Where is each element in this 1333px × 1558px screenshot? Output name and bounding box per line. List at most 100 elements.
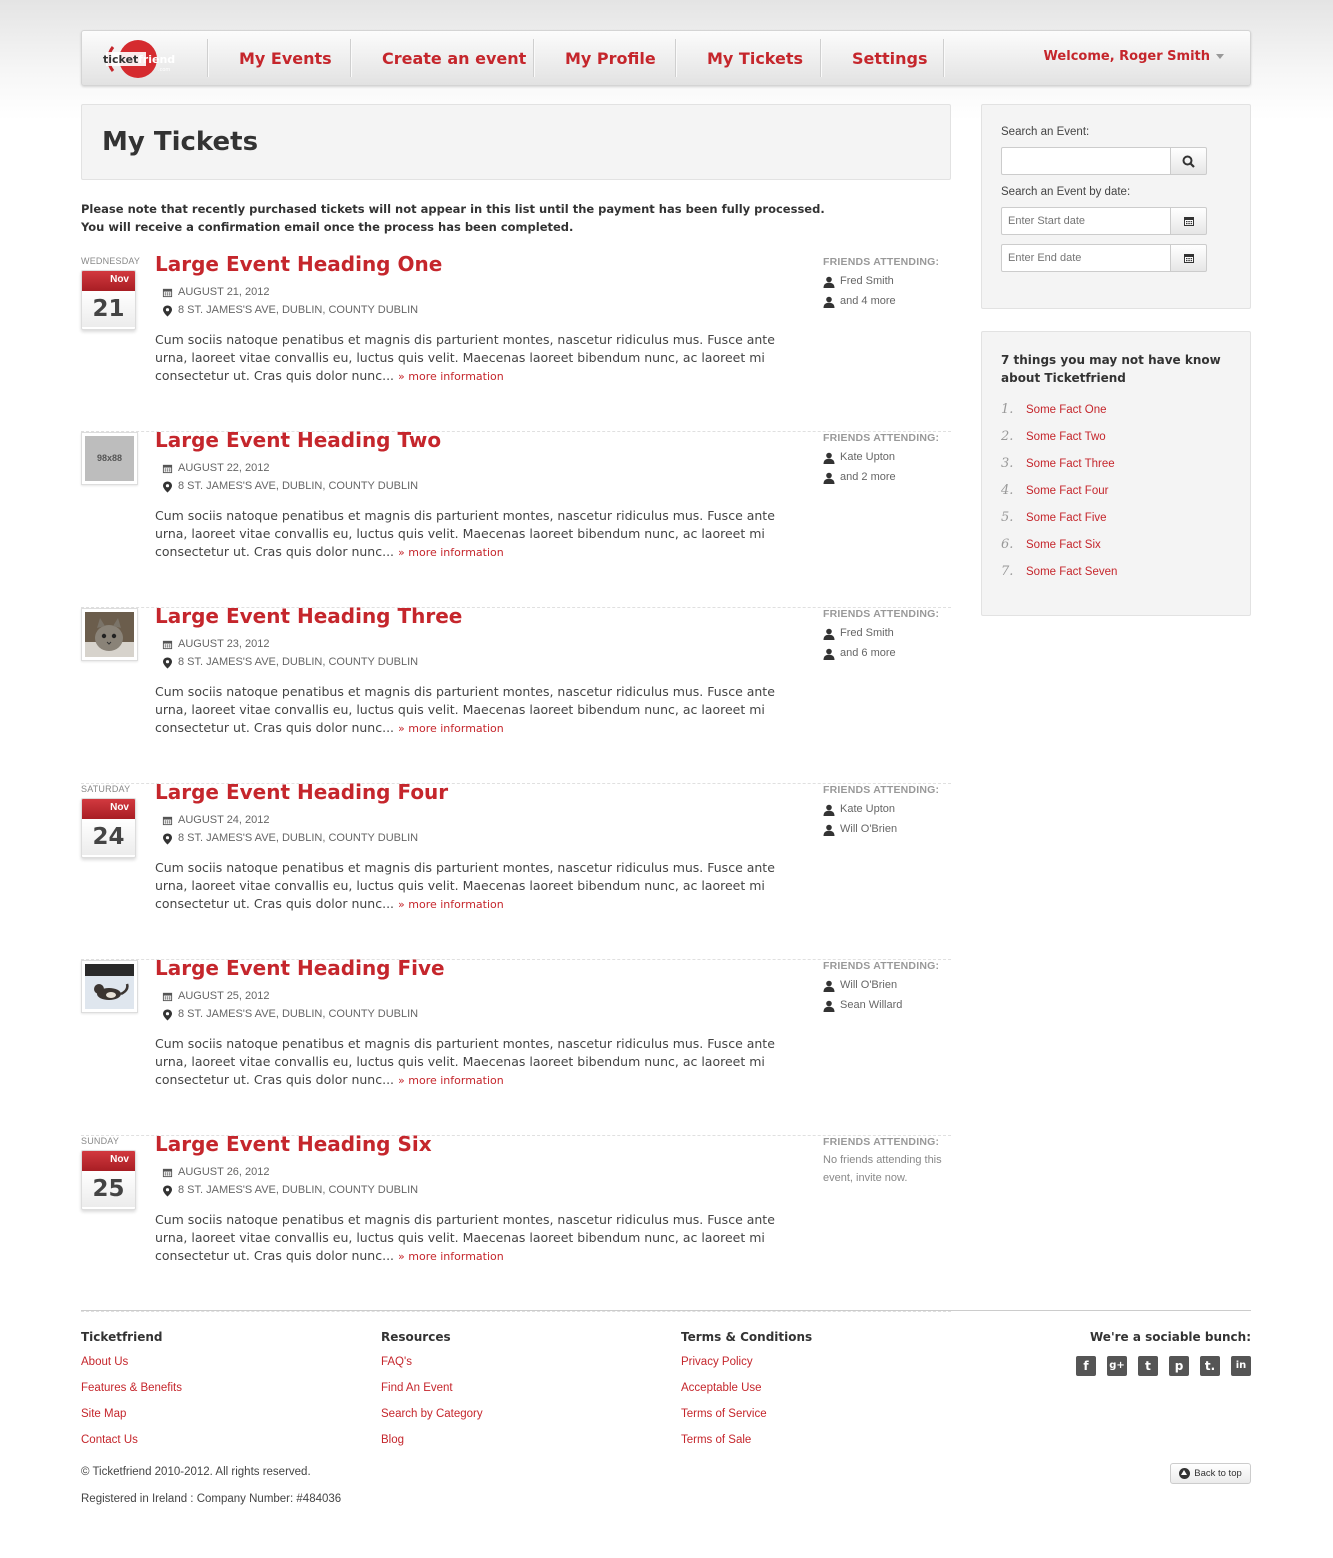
date-badge: Nov 21	[81, 270, 136, 330]
event-date: AUGUST 21, 2012	[162, 286, 270, 298]
more-information-link[interactable]: » more information	[398, 370, 504, 383]
back-to-top-button[interactable]: Back to top	[1170, 1463, 1251, 1484]
user-icon	[823, 804, 835, 816]
fact-link[interactable]: Some Fact One	[1026, 404, 1107, 416]
ticketfriend-logo[interactable]: ticket friend .com	[101, 39, 179, 79]
event-item: Large Event Heading Five AUGUST 25, 2012…	[81, 956, 951, 1136]
event-heading[interactable]: Large Event Heading One	[155, 252, 442, 276]
kitten-photo	[85, 612, 134, 662]
no-friends-text: No friends attending this event, invite …	[823, 1154, 942, 1184]
event-description: Cum sociis natoque penatibus et magnis d…	[155, 859, 805, 914]
more-information-link[interactable]: » more information	[398, 722, 504, 735]
fact-number: 4.	[1001, 483, 1014, 498]
footer-link[interactable]: FAQ's	[381, 1354, 483, 1380]
footer-link[interactable]: Privacy Policy	[681, 1354, 812, 1380]
footer-link[interactable]: Acceptable Use	[681, 1380, 812, 1406]
event-date-text: AUGUST 22, 2012	[178, 462, 270, 474]
footer-link[interactable]: Search by Category	[381, 1406, 483, 1432]
more-information-link[interactable]: » more information	[398, 1250, 504, 1263]
event-address: 8 ST. JAMES'S AVE, DUBLIN, COUNTY DUBLIN	[162, 656, 418, 669]
footer-link[interactable]: Blog	[381, 1432, 483, 1458]
google-plus-icon[interactable]: g+	[1107, 1356, 1127, 1376]
search-button[interactable]	[1170, 147, 1207, 175]
linkedin-icon[interactable]: in	[1231, 1356, 1251, 1376]
footer-link[interactable]: Find An Event	[381, 1380, 483, 1406]
event-description: Cum sociis natoque penatibus et magnis d…	[155, 1211, 805, 1266]
end-date-input[interactable]	[1001, 244, 1171, 272]
event-thumbnail[interactable]	[81, 960, 138, 1013]
footer-link[interactable]: Contact Us	[81, 1432, 182, 1458]
start-date-input[interactable]	[1001, 207, 1171, 235]
event-heading[interactable]: Large Event Heading Five	[155, 956, 445, 980]
fact-link[interactable]: Some Fact Six	[1026, 539, 1101, 551]
page-title: My Tickets	[102, 127, 259, 157]
event-heading[interactable]: Large Event Heading Two	[155, 428, 441, 452]
more-information-link[interactable]: » more information	[398, 1074, 504, 1087]
friend-row: and 2 more	[823, 471, 948, 484]
event-heading[interactable]: Large Event Heading Three	[155, 604, 462, 628]
fact-item[interactable]: 1. Some Fact One	[1001, 400, 1107, 420]
fact-link[interactable]: Some Fact Seven	[1026, 566, 1117, 578]
end-date-picker-button[interactable]	[1170, 244, 1207, 272]
nav-divider	[350, 39, 352, 77]
nav-my-tickets[interactable]: My Tickets	[707, 49, 803, 68]
svg-text:.com: .com	[158, 67, 170, 73]
welcome-text: Welcome, Roger Smith	[1043, 49, 1210, 64]
footer-link[interactable]: Terms of Sale	[681, 1432, 812, 1458]
fact-item[interactable]: 5. Some Fact Five	[1001, 508, 1107, 528]
footer-link[interactable]: Features & Benefits	[81, 1380, 182, 1406]
friends-attending-label: FRIENDS ATTENDING:	[823, 1136, 940, 1148]
footer-divider	[81, 1310, 1251, 1311]
fact-link[interactable]: Some Fact Three	[1026, 458, 1115, 470]
nav-my-events[interactable]: My Events	[239, 49, 332, 68]
nav-settings[interactable]: Settings	[852, 49, 928, 68]
facebook-icon[interactable]: f	[1076, 1356, 1096, 1376]
date-badge-month: Nov	[82, 1151, 135, 1171]
twitter-icon[interactable]: t	[1138, 1356, 1158, 1376]
fact-link[interactable]: Some Fact Four	[1026, 485, 1108, 497]
company-registration: Registered in Ireland : Company Number: …	[81, 1493, 342, 1505]
event-heading[interactable]: Large Event Heading Six	[155, 1132, 432, 1156]
user-menu[interactable]: Welcome, Roger Smith	[1044, 49, 1224, 64]
nav-my-profile[interactable]: My Profile	[565, 49, 656, 68]
user-icon	[823, 296, 835, 308]
page-title-box: My Tickets	[81, 104, 951, 180]
event-date: AUGUST 22, 2012	[162, 462, 270, 474]
pinterest-icon[interactable]: p	[1169, 1356, 1189, 1376]
payment-notice: Please note that recently purchased tick…	[81, 200, 951, 236]
tumblr-icon[interactable]: t.	[1200, 1356, 1220, 1376]
nav-create-event[interactable]: Create an event	[382, 49, 526, 68]
friend-name: Kate Upton	[840, 451, 896, 463]
fact-item[interactable]: 6. Some Fact Six	[1001, 535, 1101, 555]
friends-attending: FRIENDS ATTENDING: Fred Smith and 6 more	[823, 608, 948, 660]
search-input[interactable]	[1001, 147, 1171, 175]
fact-item[interactable]: 3. Some Fact Three	[1001, 454, 1115, 474]
start-date-picker-button[interactable]	[1170, 207, 1207, 235]
event-date-text: AUGUST 25, 2012	[178, 990, 270, 1002]
footer-link[interactable]: About Us	[81, 1354, 182, 1380]
event-heading[interactable]: Large Event Heading Four	[155, 780, 448, 804]
footer-link[interactable]: Site Map	[81, 1406, 182, 1432]
notice-line: Please note that recently purchased tick…	[81, 202, 825, 216]
event-thumbnail[interactable]	[81, 608, 138, 661]
footer-column: Ticketfriend About Us Features & Benefits S…	[81, 1330, 182, 1458]
friends-attending-label: FRIENDS ATTENDING:	[823, 256, 940, 268]
map-pin-icon	[163, 657, 172, 669]
friends-attending-label: FRIENDS ATTENDING:	[823, 784, 940, 796]
user-icon	[823, 452, 835, 464]
fact-item[interactable]: 4. Some Fact Four	[1001, 481, 1108, 501]
event-address-text: 8 ST. JAMES'S AVE, DUBLIN, COUNTY DUBLIN	[178, 480, 419, 492]
more-information-link[interactable]: » more information	[398, 546, 504, 559]
fact-link[interactable]: Some Fact Two	[1026, 431, 1106, 443]
map-pin-icon	[163, 481, 172, 493]
fact-item[interactable]: 7. Some Fact Seven	[1001, 562, 1117, 582]
friend-name: Fred Smith	[840, 275, 894, 287]
event-thumbnail[interactable]: 98x88	[81, 432, 138, 485]
fact-item[interactable]: 2. Some Fact Two	[1001, 427, 1106, 447]
event-description: Cum sociis natoque penatibus et magnis d…	[155, 507, 805, 562]
user-icon	[823, 472, 835, 484]
more-information-link[interactable]: » more information	[398, 898, 504, 911]
fact-link[interactable]: Some Fact Five	[1026, 512, 1107, 524]
friends-attending-label: FRIENDS ATTENDING:	[823, 608, 940, 620]
footer-link[interactable]: Terms of Service	[681, 1406, 812, 1432]
